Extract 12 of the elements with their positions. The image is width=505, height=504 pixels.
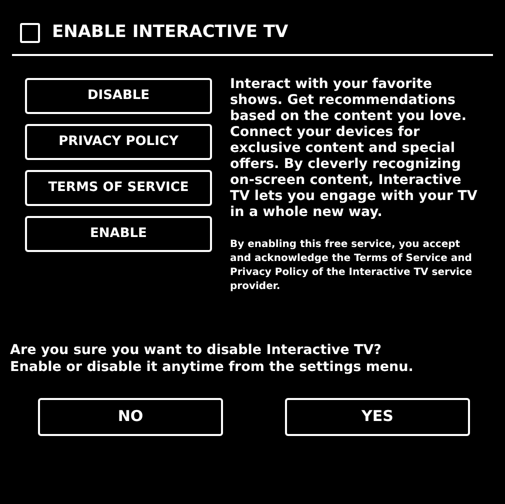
dialog-button[interactable]: NO bbox=[38, 398, 223, 436]
dialog-button[interactable]: YES bbox=[285, 398, 470, 436]
menu-button[interactable]: PRIVACY POLICY bbox=[25, 124, 212, 160]
dialog-title: ENABLE INTERACTIVE TV bbox=[52, 21, 288, 44]
description-text: Interact with your favorite shows. Get recommendations based on the content you love. Connect your devices for exclusive content and special offers. By cleverly recognizing on-screen content, Interactive TV lets you engage with your TV in a whole new way. bbox=[230, 76, 478, 220]
menu-button[interactable]: TERMS OF SERVICE bbox=[25, 170, 212, 206]
disclaimer-text: By enabling this free service, you accept and acknowledge the Terms of Service and Privacy Policy of the Interactive TV service provider. bbox=[230, 238, 474, 294]
menu-button[interactable]: DISABLE bbox=[25, 78, 212, 114]
checkbox[interactable] bbox=[20, 22, 40, 43]
prompt-text: Are you sure you want to disable Interactive TV? bbox=[10, 342, 382, 358]
prompt-text: Enable or disable it anytime from the settings menu. bbox=[10, 358, 414, 376]
menu-button[interactable]: ENABLE bbox=[25, 216, 212, 252]
